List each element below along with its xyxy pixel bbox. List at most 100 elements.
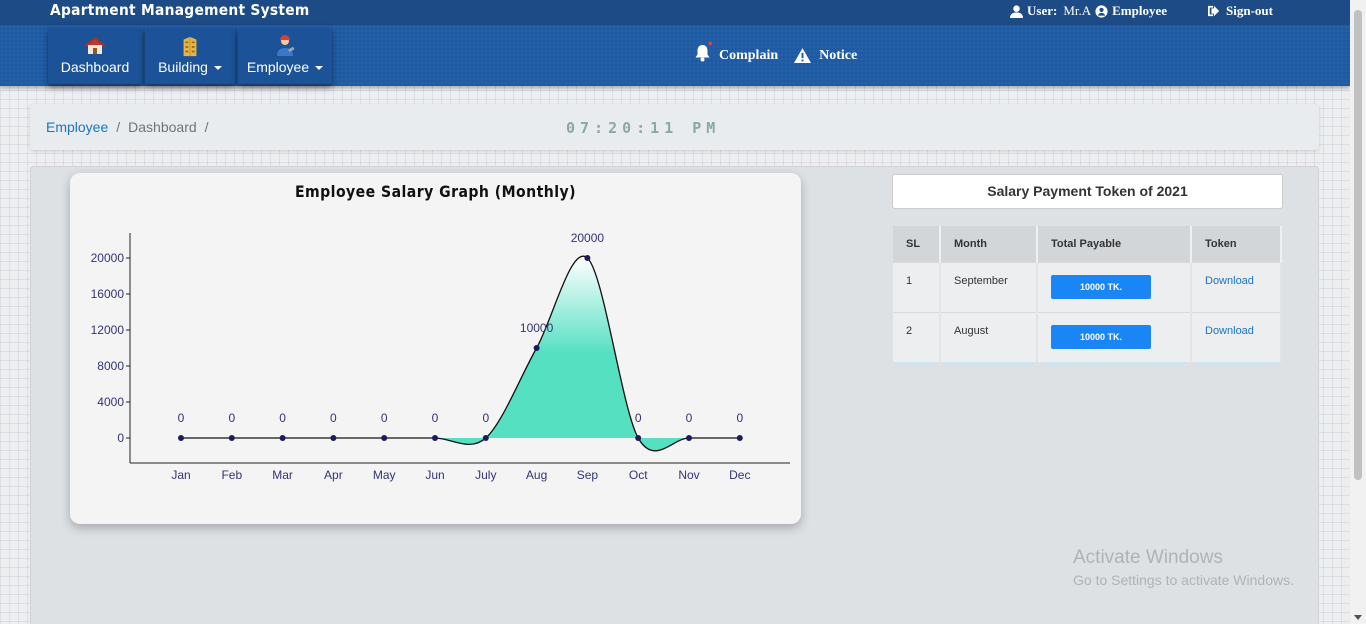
vertical-scrollbar[interactable] [1350,0,1366,624]
data-point [432,435,438,441]
data-label: 10000 [520,321,554,335]
chart-series-line [180,255,740,452]
salary-chart: 0 4000 8000 12000 16000 20000 Jan 0 Feb 0 Mar 0 Apr 0… [91,231,790,482]
col-sl: SL [893,226,941,262]
row-token-cell: Download [1191,311,1282,362]
signout-link[interactable]: Sign-out [1207,3,1273,19]
nav-dashboard-label: Dashboard [60,59,130,75]
data-label: 0 [482,411,489,425]
house-icon [84,36,106,54]
nav-employee-label: Employee [246,59,310,75]
data-label: 0 [228,411,235,425]
nav-dashboard-button[interactable]: Dashboard [48,28,142,84]
col-total-payable: Total Payable [1037,226,1192,262]
amount-button[interactable]: 10000 TK. [1051,274,1151,299]
row-amount-cell: 10000 TK. [1037,311,1192,362]
nav-center-links: ● Complain Notice [694,38,873,67]
data-label: 20000 [571,231,605,245]
y-tick-label: 12000 [91,323,125,337]
x-tick-label: Apr [324,468,343,482]
nav-complain-label: Complain [719,47,779,63]
token-table-header: SL Month Total Payable Token [893,226,1282,262]
main-navbar: Dashboard Building Employee ● Complain N… [0,25,1350,86]
breadcrumb-current: Dashboard [128,119,197,135]
x-tick-label: May [373,468,396,482]
user-role: Employee [1112,3,1168,18]
breadcrumb: Employee / Dashboard / [46,119,217,135]
token-table: SL Month Total Payable Token 1 September… [893,226,1282,362]
notification-dot: ● [707,38,713,48]
building-icon [183,36,197,57]
row-month: September [940,261,1038,312]
x-tick-label: Mar [272,468,293,482]
salary-chart-card: Employee Salary Graph (Monthly) 0 4000 800… [70,173,801,524]
data-point [736,435,743,441]
digital-clock: 07:20:11 PM [566,119,721,137]
data-point [330,435,337,441]
user-icon [1010,4,1023,18]
x-tick-label: Sep [577,468,599,482]
user-name: Mr.A [1063,3,1092,18]
token-title: Salary Payment Token of 2021 [892,174,1283,209]
user-circle-icon [1095,4,1108,18]
data-label: 0 [686,411,693,425]
x-tick-label: July [475,468,496,482]
user-label: User: [1027,3,1058,18]
x-tick-label: Jan [171,468,190,482]
nav-building-button[interactable]: Building [145,28,235,84]
table-row: 2 August 10000 TK. Download [893,311,1282,362]
table-row: 1 September 10000 TK. Download [893,261,1282,312]
row-token-cell: Download [1191,261,1282,312]
worker-icon [277,35,295,56]
amount-button[interactable]: 10000 TK. [1051,324,1151,349]
watermark-line2: Go to Settings to activate Windows. [1073,572,1294,588]
app-title: Apartment Management System [50,1,310,19]
y-tick-label: 8000 [97,359,124,373]
data-label: 0 [736,411,743,425]
data-label: 0 [381,411,388,425]
nav-notice-link[interactable]: Notice [794,48,857,64]
x-tick-label: Dec [729,468,750,482]
table-shadow [946,362,1034,368]
nav-employee-button[interactable]: Employee [238,28,332,84]
download-link[interactable]: Download [1205,325,1254,337]
data-point [533,345,540,351]
y-tick-label: 0 [117,431,124,445]
nav-notice-label: Notice [819,47,858,63]
table-shadow [1043,362,1187,368]
row-amount-cell: 10000 TK. [1037,261,1192,312]
y-tick-label: 16000 [91,287,125,301]
scroll-down-arrow-icon[interactable] [1354,615,1362,620]
nav-building-label: Building [158,59,208,75]
table-shadow [897,362,935,368]
signout-icon [1208,5,1220,17]
chevron-down-icon [315,66,324,71]
user-info: User: Mr.A Employee [1010,3,1167,19]
data-point [279,435,286,441]
x-tick-label: Aug [526,468,547,482]
data-point [584,255,591,261]
col-token: Token [1191,226,1282,262]
windows-activation-watermark: Activate Windows Go to Settings to activ… [1073,547,1294,588]
data-point [635,435,642,441]
y-tick-label: 20000 [91,251,125,265]
x-tick-label: Jun [425,468,444,482]
scrollbar-thumb[interactable] [1354,10,1362,480]
breadcrumb-employee-link[interactable]: Employee [46,119,108,135]
data-point [228,435,235,441]
col-month: Month [940,226,1038,262]
x-tick-label: Nov [678,468,699,482]
data-point [482,435,489,441]
bell-icon: ● [694,38,713,67]
watermark-line1: Activate Windows [1073,547,1223,568]
nav-complain-link[interactable]: ● Complain [694,38,779,67]
warning-icon [794,48,812,63]
data-point [686,435,692,441]
data-point [381,435,388,441]
row-month: August [940,311,1038,362]
row-sl: 2 [893,311,941,362]
breadcrumb-separator: / [116,119,121,135]
chevron-down-icon [213,66,222,71]
y-tick-label: 4000 [97,395,124,409]
download-link[interactable]: Download [1205,275,1254,287]
